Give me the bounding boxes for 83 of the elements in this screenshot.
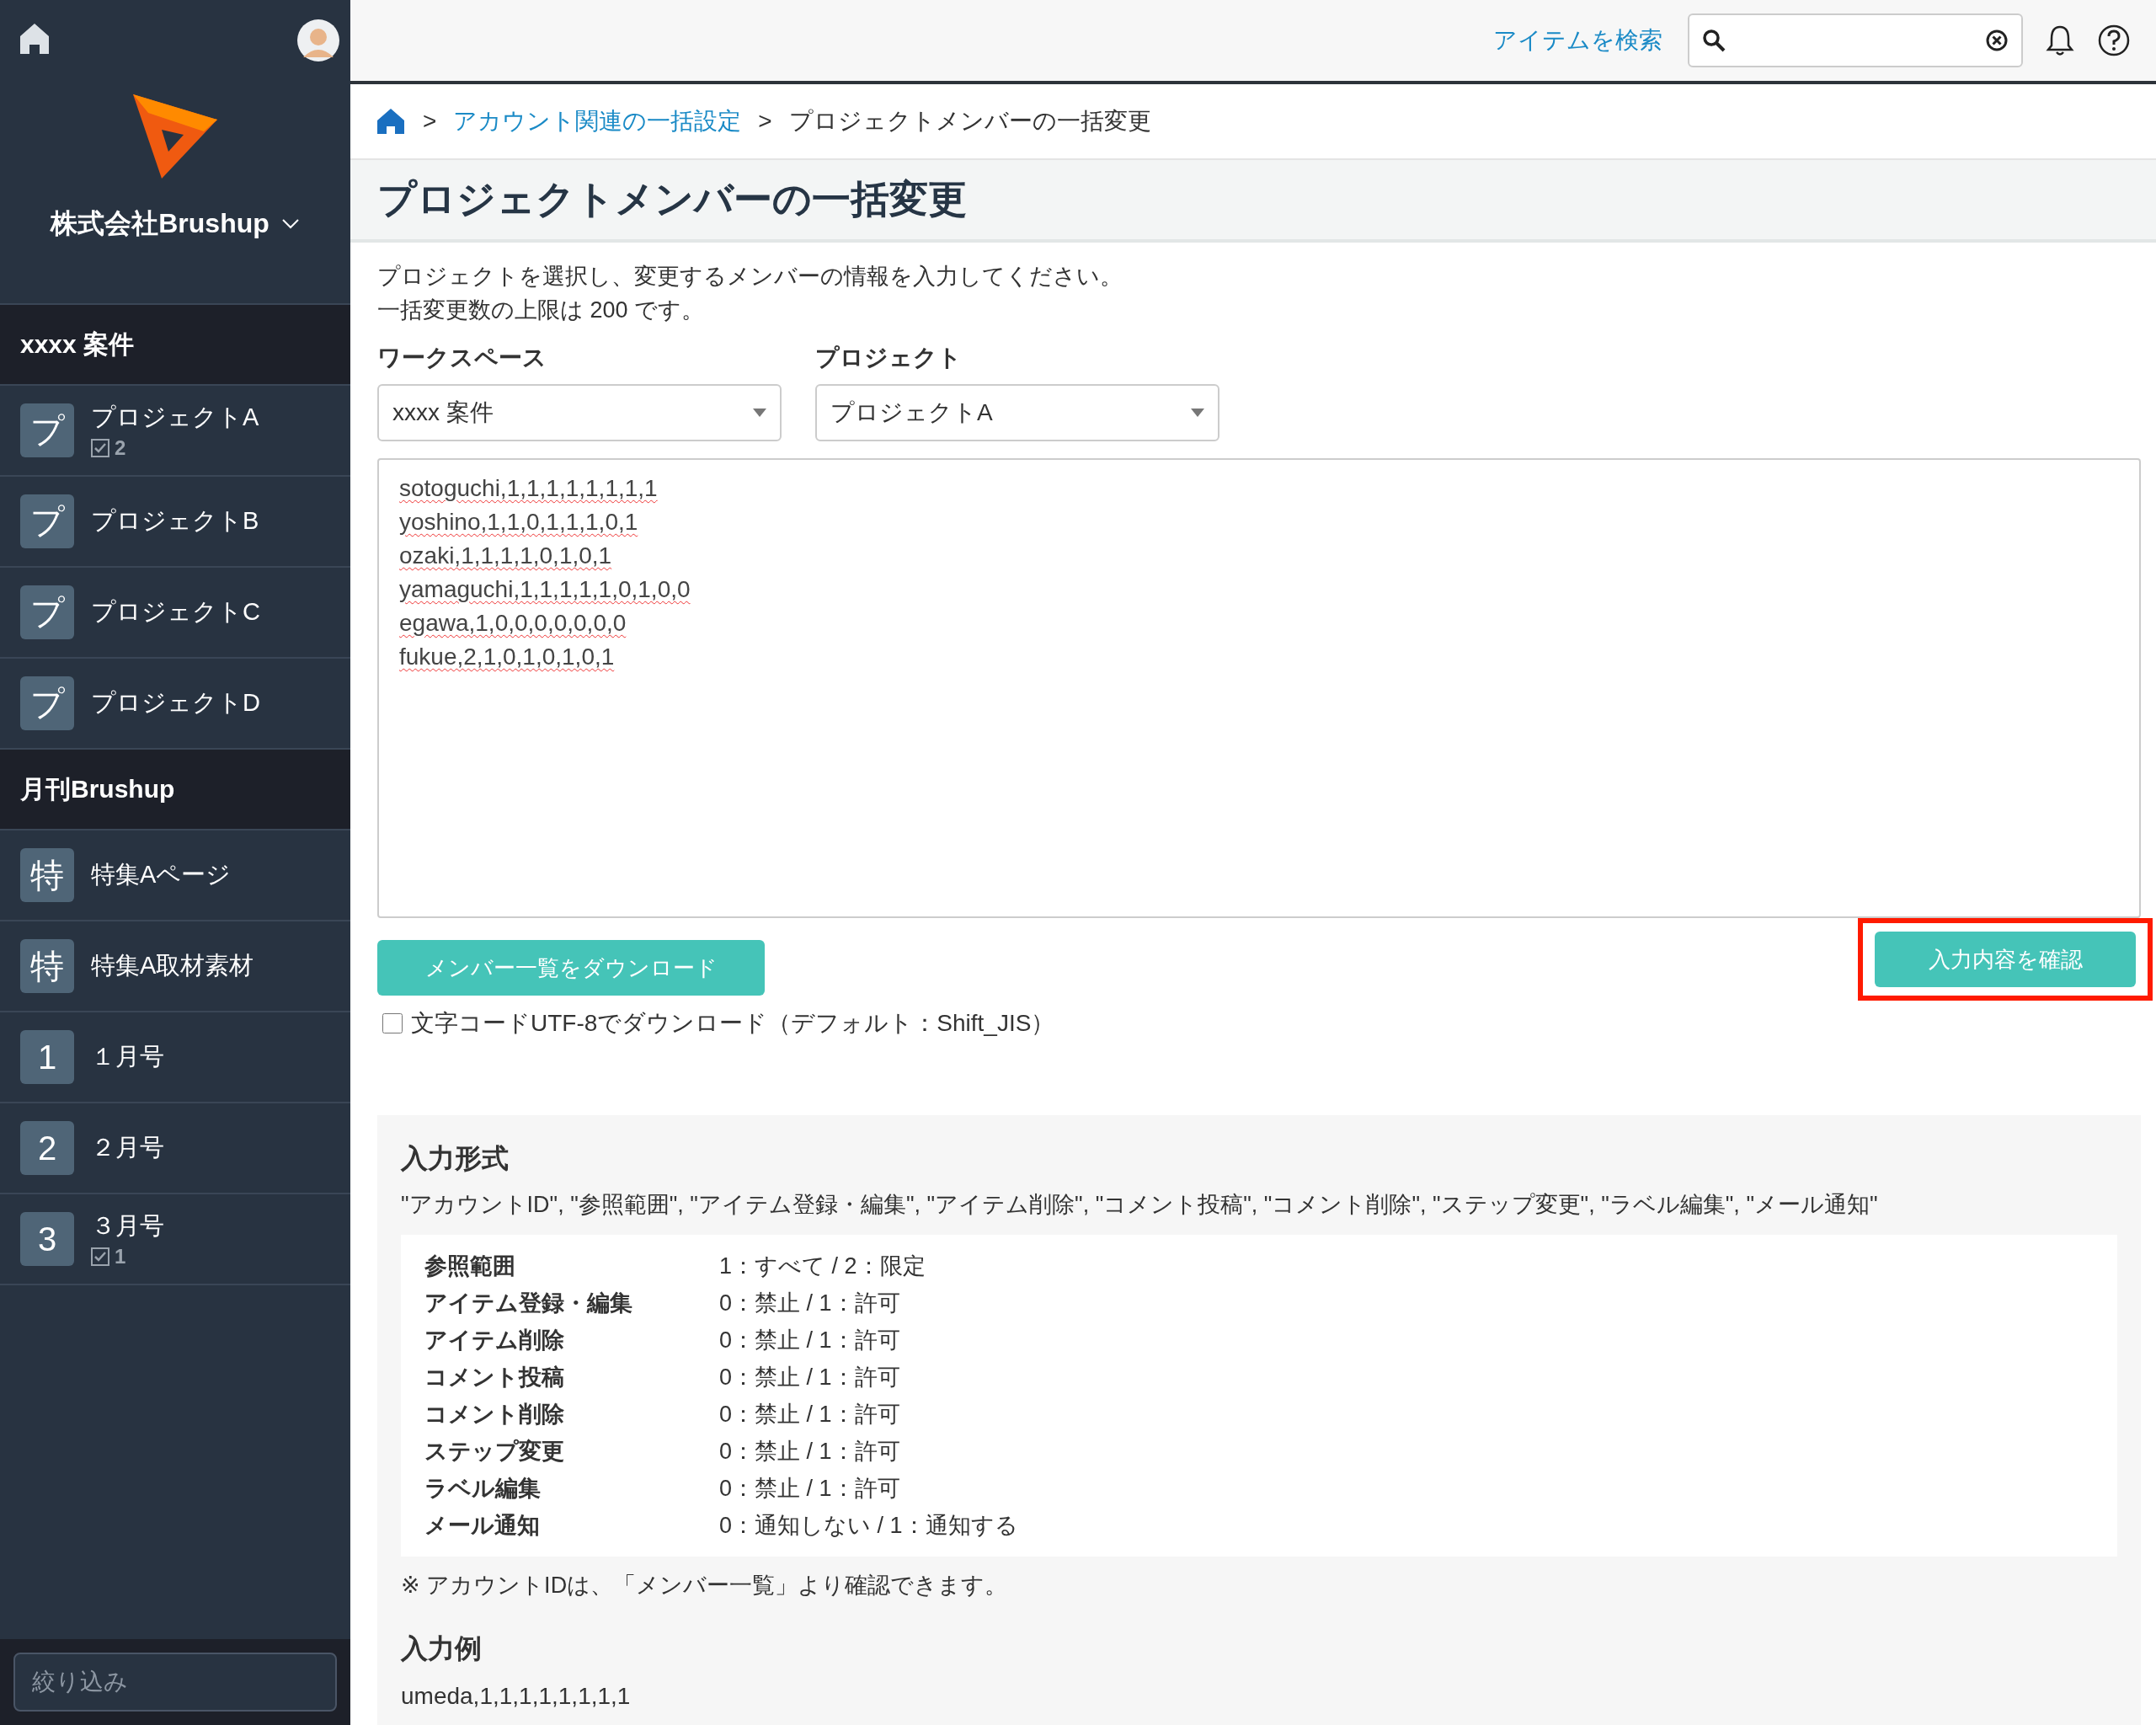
help-icon[interactable] bbox=[2097, 24, 2131, 57]
project-icon: 3 bbox=[20, 1212, 74, 1266]
clear-icon[interactable] bbox=[1984, 28, 2009, 53]
breadcrumb-current: プロジェクトメンバーの一括変更 bbox=[788, 107, 1151, 136]
rule-name: アイテム登録・編集 bbox=[424, 1290, 633, 1317]
item-label: プロジェクトB bbox=[91, 506, 259, 536]
company-name[interactable]: 株式会社Brushup bbox=[51, 206, 270, 243]
sidebar-item[interactable]: 特 特集A取材素材 bbox=[0, 921, 350, 1012]
item-label: １月号 bbox=[91, 1042, 164, 1071]
dropdown-value: プロジェクトA bbox=[830, 398, 993, 427]
item-label: プロジェクトA bbox=[91, 403, 259, 432]
rule-name: メール通知 bbox=[424, 1512, 541, 1540]
rule-name: ラベル編集 bbox=[424, 1475, 542, 1503]
field-label: ワークスペース bbox=[377, 344, 547, 372]
project-icon: 特 bbox=[20, 939, 74, 993]
field-label: プロジェクト bbox=[815, 344, 963, 372]
search-link[interactable]: アイテムを検索 bbox=[1493, 24, 1662, 56]
home-icon[interactable] bbox=[19, 22, 51, 56]
project-icon: 2 bbox=[20, 1121, 74, 1175]
rule-name: コメント投稿 bbox=[424, 1364, 565, 1391]
rule-value: 0：禁止 / 1：許可 bbox=[719, 1327, 901, 1354]
note-text: ※ アカウントIDは、「メンバー一覧」より確認できます。 bbox=[401, 1572, 1009, 1599]
description-text: プロジェクトを選択し、変更するメンバーの情報を入力してください。 bbox=[377, 263, 1123, 291]
rule-value: 0：禁止 / 1：許可 bbox=[719, 1475, 901, 1503]
chevron-icon[interactable] bbox=[280, 218, 300, 230]
project-icon: 特 bbox=[20, 848, 74, 902]
description-text: 一括変更数の上限は 200 です。 bbox=[377, 296, 706, 324]
rule-value: 0：通知しない / 1：通知する bbox=[719, 1512, 1018, 1540]
breadcrumb-separator: > bbox=[423, 108, 437, 135]
dropdown[interactable]: xxxx 案件 bbox=[377, 384, 782, 441]
task-icon bbox=[91, 439, 109, 457]
item-label: 特集A取材素材 bbox=[91, 951, 254, 980]
section-heading: 入力形式 bbox=[401, 1142, 510, 1175]
breadcrumb-separator: > bbox=[758, 108, 772, 135]
checkbox-label: 文字コードUTF-8でダウンロード（デフォルト：Shift_JIS） bbox=[411, 1009, 1055, 1038]
project-icon: プ bbox=[20, 585, 74, 639]
item-label: ２月号 bbox=[91, 1133, 164, 1162]
page-title: プロジェクトメンバーの一括変更 bbox=[377, 176, 968, 222]
member-data-text: sotoguchi,1,1,1,1,1,1,1,1 yoshino,1,1,0,1,1,1,0,1 ozaki,1,1,1,1,0,1,0,1 yamaguchi,1,1,1,1,1,0,1,0,0 egawa,1,0,0,0,0,0,0,0 fukue,2,1,0,1,0,1,0,1 bbox=[399, 474, 691, 671]
example-text: umeda,1,1,1,1,1,1,1,1 bbox=[401, 1682, 632, 1711]
sidebar-item[interactable]: 2 ２月号 bbox=[0, 1103, 350, 1194]
rule-value: 0：禁止 / 1：許可 bbox=[719, 1438, 901, 1466]
item-label: プロジェクトD bbox=[91, 688, 260, 718]
sidebar-item[interactable]: プ プロジェクトC bbox=[0, 568, 350, 659]
avatar[interactable] bbox=[296, 19, 340, 62]
group-title[interactable]: xxxx 案件 bbox=[0, 305, 350, 386]
sidebar-item[interactable]: 特 特集Aページ bbox=[0, 830, 350, 921]
home-icon[interactable] bbox=[376, 107, 406, 136]
task-count: 1 bbox=[115, 1245, 126, 1268]
item-label: プロジェクトC bbox=[91, 597, 260, 627]
dropdown-value: xxxx 案件 bbox=[392, 398, 494, 427]
project-icon: 1 bbox=[20, 1030, 74, 1084]
checkbox[interactable] bbox=[382, 1013, 403, 1033]
search-icon bbox=[1701, 28, 1726, 53]
item-label: 特集Aページ bbox=[91, 860, 232, 889]
format-text: "アカウントID", "参照範囲", "アイテム登録・編集", "アイテム削除", "コメント投稿", "コメント削除", "ステップ変更", "ラベル編集", "メール通知" bbox=[401, 1191, 1879, 1219]
project-icon: プ bbox=[20, 403, 74, 457]
input-field[interactable]: sotoguchi,1,1,1,1,1,1,1,1 yoshino,1,1,0,1,1,1,0,1 ozaki,1,1,1,1,0,1,0,1 yamaguchi,1,1,1,1,1,0,1,0,0 egawa,1,0,0,0,0,0,0,0 fukue,2,1,0,1,0,1,0,1 bbox=[377, 458, 2141, 918]
sidebar-item[interactable]: プ プロジェクトB bbox=[0, 477, 350, 568]
dropdown[interactable]: プロジェクトA bbox=[815, 384, 1219, 441]
sidebar-item[interactable]: プ プロジェクトA 2 bbox=[0, 386, 350, 477]
rule-value: 0：禁止 / 1：許可 bbox=[719, 1401, 901, 1429]
sidebar-item[interactable]: 1 １月号 bbox=[0, 1012, 350, 1103]
rule-value: 1：すべて / 2：限定 bbox=[719, 1252, 926, 1280]
breadcrumb-link[interactable]: アカウント関連の一括設定 bbox=[453, 105, 742, 137]
group-title[interactable]: 月刊Brushup bbox=[0, 750, 350, 830]
section-heading: 入力例 bbox=[401, 1632, 483, 1665]
rule-name: 参照範囲 bbox=[424, 1252, 516, 1280]
caret-icon bbox=[1191, 409, 1204, 417]
item-label: ３月号 bbox=[91, 1211, 164, 1241]
task-icon bbox=[91, 1247, 109, 1266]
rule-value: 0：禁止 / 1：許可 bbox=[719, 1364, 901, 1391]
search-field[interactable] bbox=[1688, 13, 2023, 67]
project-icon: プ bbox=[20, 494, 74, 548]
rule-name: コメント削除 bbox=[424, 1401, 565, 1429]
rule-name: アイテム削除 bbox=[424, 1327, 565, 1354]
sidebar-item[interactable]: 3 ３月号 1 bbox=[0, 1194, 350, 1285]
rule-value: 0：禁止 / 1：許可 bbox=[719, 1290, 901, 1317]
rule-name: ステップ変更 bbox=[424, 1438, 565, 1466]
task-count: 2 bbox=[115, 436, 126, 460]
filter-field[interactable]: 絞り込み bbox=[13, 1653, 337, 1712]
project-icon: プ bbox=[20, 676, 74, 730]
caret-icon bbox=[753, 409, 766, 417]
